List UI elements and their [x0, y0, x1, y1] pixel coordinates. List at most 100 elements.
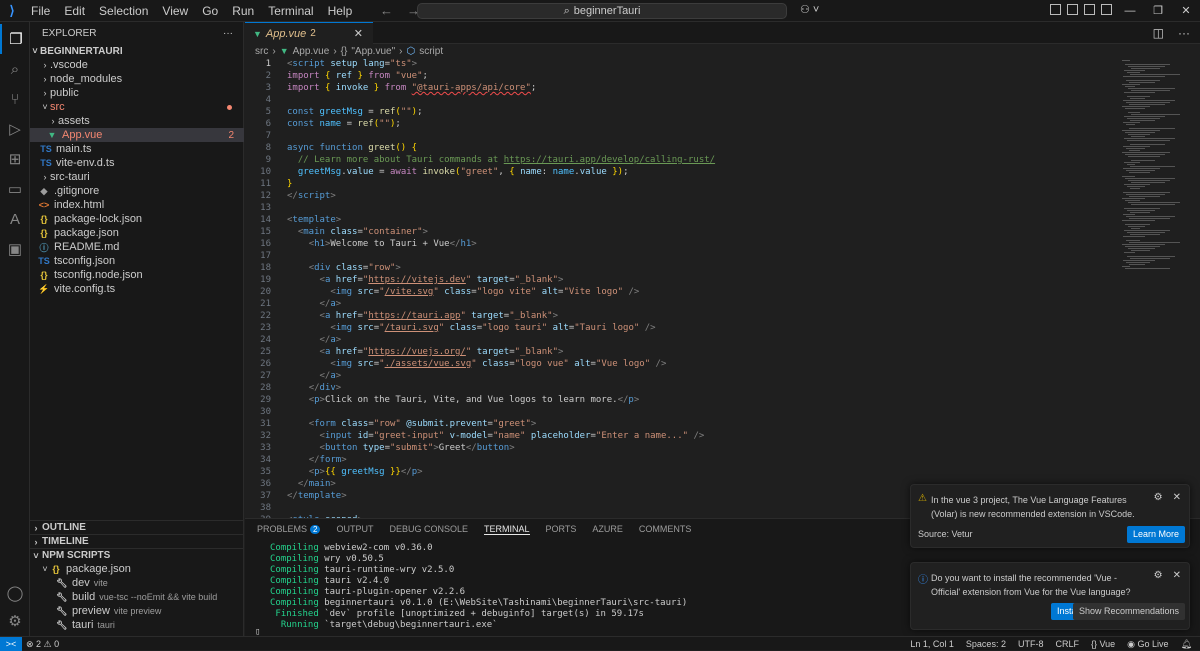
tree-item-vite-env[interactable]: TS vite-env.d.ts	[30, 156, 244, 170]
menu-run[interactable]: Run	[225, 0, 261, 22]
tab-problems[interactable]: PROBLEMS 2	[257, 524, 321, 534]
toggle-secondary-sidebar-icon[interactable]	[1101, 4, 1112, 15]
json-icon[interactable]: ▣	[0, 234, 30, 264]
menu-help[interactable]: Help	[321, 0, 360, 22]
tree-item-label: vite.config.ts	[54, 283, 116, 295]
npm-script-dev[interactable]: 🔧︎ dev vite	[30, 576, 244, 590]
menu-go[interactable]: Go	[195, 0, 225, 22]
toggle-panel-icon[interactable]	[1084, 4, 1095, 15]
npm-script-preview[interactable]: 🔧︎ preview vite preview	[30, 604, 244, 618]
menu-edit[interactable]: Edit	[57, 0, 92, 22]
more-actions-icon[interactable]: ···	[1178, 26, 1190, 40]
tree-item-main-ts[interactable]: TS main.ts	[30, 142, 244, 156]
cursor-position[interactable]: Ln 1, Col 1	[910, 637, 954, 651]
run-debug-icon[interactable]: ▷	[0, 114, 30, 144]
tab-debug-console[interactable]: DEBUG CONSOLE	[389, 524, 468, 534]
json-file-icon: {}	[52, 564, 60, 574]
close-window-icon[interactable]: ✕	[1172, 0, 1200, 22]
menu-view[interactable]: View	[155, 0, 195, 22]
timeline-section[interactable]: › TIMELINE	[30, 534, 244, 548]
back-arrow-icon[interactable]: ←	[380, 3, 393, 18]
language-mode[interactable]: {} Vue	[1091, 637, 1115, 651]
tab-output[interactable]: OUTPUT	[336, 524, 373, 534]
code-editor[interactable]: 1 <script setup lang="ts"> 2 import { ref …	[245, 58, 1115, 518]
account-icon[interactable]: ◯	[0, 578, 30, 608]
manage-gear-icon[interactable]: ⚙	[0, 606, 30, 636]
customize-layout-icon[interactable]	[1050, 4, 1061, 15]
tree-item-public[interactable]: › public	[30, 86, 244, 100]
breadcrumb-script[interactable]: script	[419, 46, 443, 57]
extensions-icon[interactable]: ⊞	[0, 144, 30, 174]
tree-item-vscode[interactable]: › .vscode	[30, 58, 244, 72]
npm-scripts-section[interactable]: ˅ NPM SCRIPTS	[30, 548, 244, 562]
tree-item-index-html[interactable]: <> index.html	[30, 198, 244, 212]
npm-script-tauri[interactable]: 🔧︎ tauri tauri	[30, 618, 244, 632]
tree-item-tsconfig[interactable]: TS tsconfig.json	[30, 254, 244, 268]
minimize-icon[interactable]: —	[1116, 0, 1144, 22]
tab-terminal[interactable]: TERMINAL	[484, 524, 530, 535]
minimap-line	[1122, 266, 1130, 267]
tree-item-gitignore[interactable]: ◆ .gitignore	[30, 184, 244, 198]
minimap[interactable]	[1118, 58, 1200, 518]
gear-icon[interactable]: ⚙	[1154, 570, 1163, 581]
breadcrumb-src[interactable]: src	[255, 46, 268, 57]
minimap-line	[1128, 180, 1170, 181]
close-icon[interactable]: ✕	[1173, 492, 1181, 503]
npm-script-build[interactable]: 🔧︎ build vue-tsc --noEmit && vite build	[30, 590, 244, 604]
code-line: 4	[265, 95, 271, 105]
command-center-search[interactable]: ⌕ beginnerTauri	[417, 3, 787, 19]
copilot-icon[interactable]: ⚇ ˅	[800, 3, 819, 16]
search-view-icon[interactable]: ⌕	[0, 54, 30, 84]
menu-terminal[interactable]: Terminal	[261, 0, 320, 22]
azure-icon[interactable]: A	[0, 204, 30, 234]
problems-status[interactable]: ⊗ 2 ⚠ 0	[26, 637, 59, 651]
tree-item-label: vite-env.d.ts	[56, 157, 115, 169]
close-icon[interactable]: ✕	[354, 27, 363, 40]
tree-item-src[interactable]: ˅ src	[30, 100, 244, 114]
close-icon[interactable]: ✕	[1173, 570, 1181, 581]
outline-section[interactable]: › OUTLINE	[30, 520, 244, 534]
go-live-button[interactable]: ◉ Go Live	[1127, 637, 1168, 651]
tree-item-app-vue[interactable]: ▼ App.vue 2	[30, 128, 244, 142]
wrench-icon: 🔧︎	[56, 591, 68, 602]
remote-indicator[interactable]: ><	[0, 637, 22, 651]
git-file-icon: ◆	[40, 185, 48, 196]
source-control-icon[interactable]: ⑂	[0, 84, 30, 114]
minimap-line	[1122, 84, 1140, 85]
code-line: 24 </a>	[260, 335, 342, 345]
breadcrumb-module[interactable]: "App.vue"	[351, 46, 395, 57]
tree-item-node-modules[interactable]: › node_modules	[30, 72, 244, 86]
restore-icon[interactable]: ❐	[1144, 0, 1172, 22]
show-recommendations-button[interactable]: Show Recommendations	[1072, 603, 1185, 620]
minimap-line	[1127, 72, 1140, 73]
npm-package-json[interactable]: ˅ {} package.json	[30, 562, 244, 576]
menu-selection[interactable]: Selection	[92, 0, 155, 22]
learn-more-button[interactable]: Learn More	[1126, 526, 1185, 543]
encoding[interactable]: UTF-8	[1018, 637, 1044, 651]
code-line: 17	[260, 251, 271, 261]
tab-comments[interactable]: COMMENTS	[639, 524, 692, 534]
remote-explorer-icon[interactable]: ▭	[0, 174, 30, 204]
end-of-line[interactable]: CRLF	[1055, 637, 1079, 651]
tab-ports[interactable]: PORTS	[546, 524, 577, 534]
explorer-icon[interactable]: ❐	[0, 24, 30, 54]
tree-item-package-lock[interactable]: {} package-lock.json	[30, 212, 244, 226]
tree-item-readme[interactable]: ⓘ README.md	[30, 240, 244, 254]
more-actions-icon[interactable]: ···	[223, 28, 233, 39]
tab-azure[interactable]: AZURE	[592, 524, 623, 534]
toggle-sidebar-icon[interactable]	[1067, 4, 1078, 15]
tab-app-vue[interactable]: ▼ App.vue 2 ✕	[245, 22, 373, 44]
tree-item-package-json[interactable]: {} package.json	[30, 226, 244, 240]
menu-file[interactable]: File	[24, 0, 57, 22]
indentation[interactable]: Spaces: 2	[966, 637, 1006, 651]
split-editor-icon[interactable]: ◫	[1153, 26, 1164, 40]
tree-item-src-tauri[interactable]: › src-tauri	[30, 170, 244, 184]
workspace-root[interactable]: ˅ BEGINNERTAURI	[30, 44, 244, 58]
breadcrumb-file[interactable]: App.vue	[293, 46, 330, 57]
tree-item-tsconfig-node[interactable]: {} tsconfig.node.json	[30, 268, 244, 282]
tree-item-assets[interactable]: › assets	[30, 114, 244, 128]
tree-item-label: tsconfig.node.json	[54, 269, 143, 281]
tree-item-vite-config[interactable]: ⚡ vite.config.ts	[30, 282, 244, 296]
bell-icon[interactable]: 🔔︎	[1181, 637, 1192, 651]
gear-icon[interactable]: ⚙	[1154, 492, 1163, 503]
